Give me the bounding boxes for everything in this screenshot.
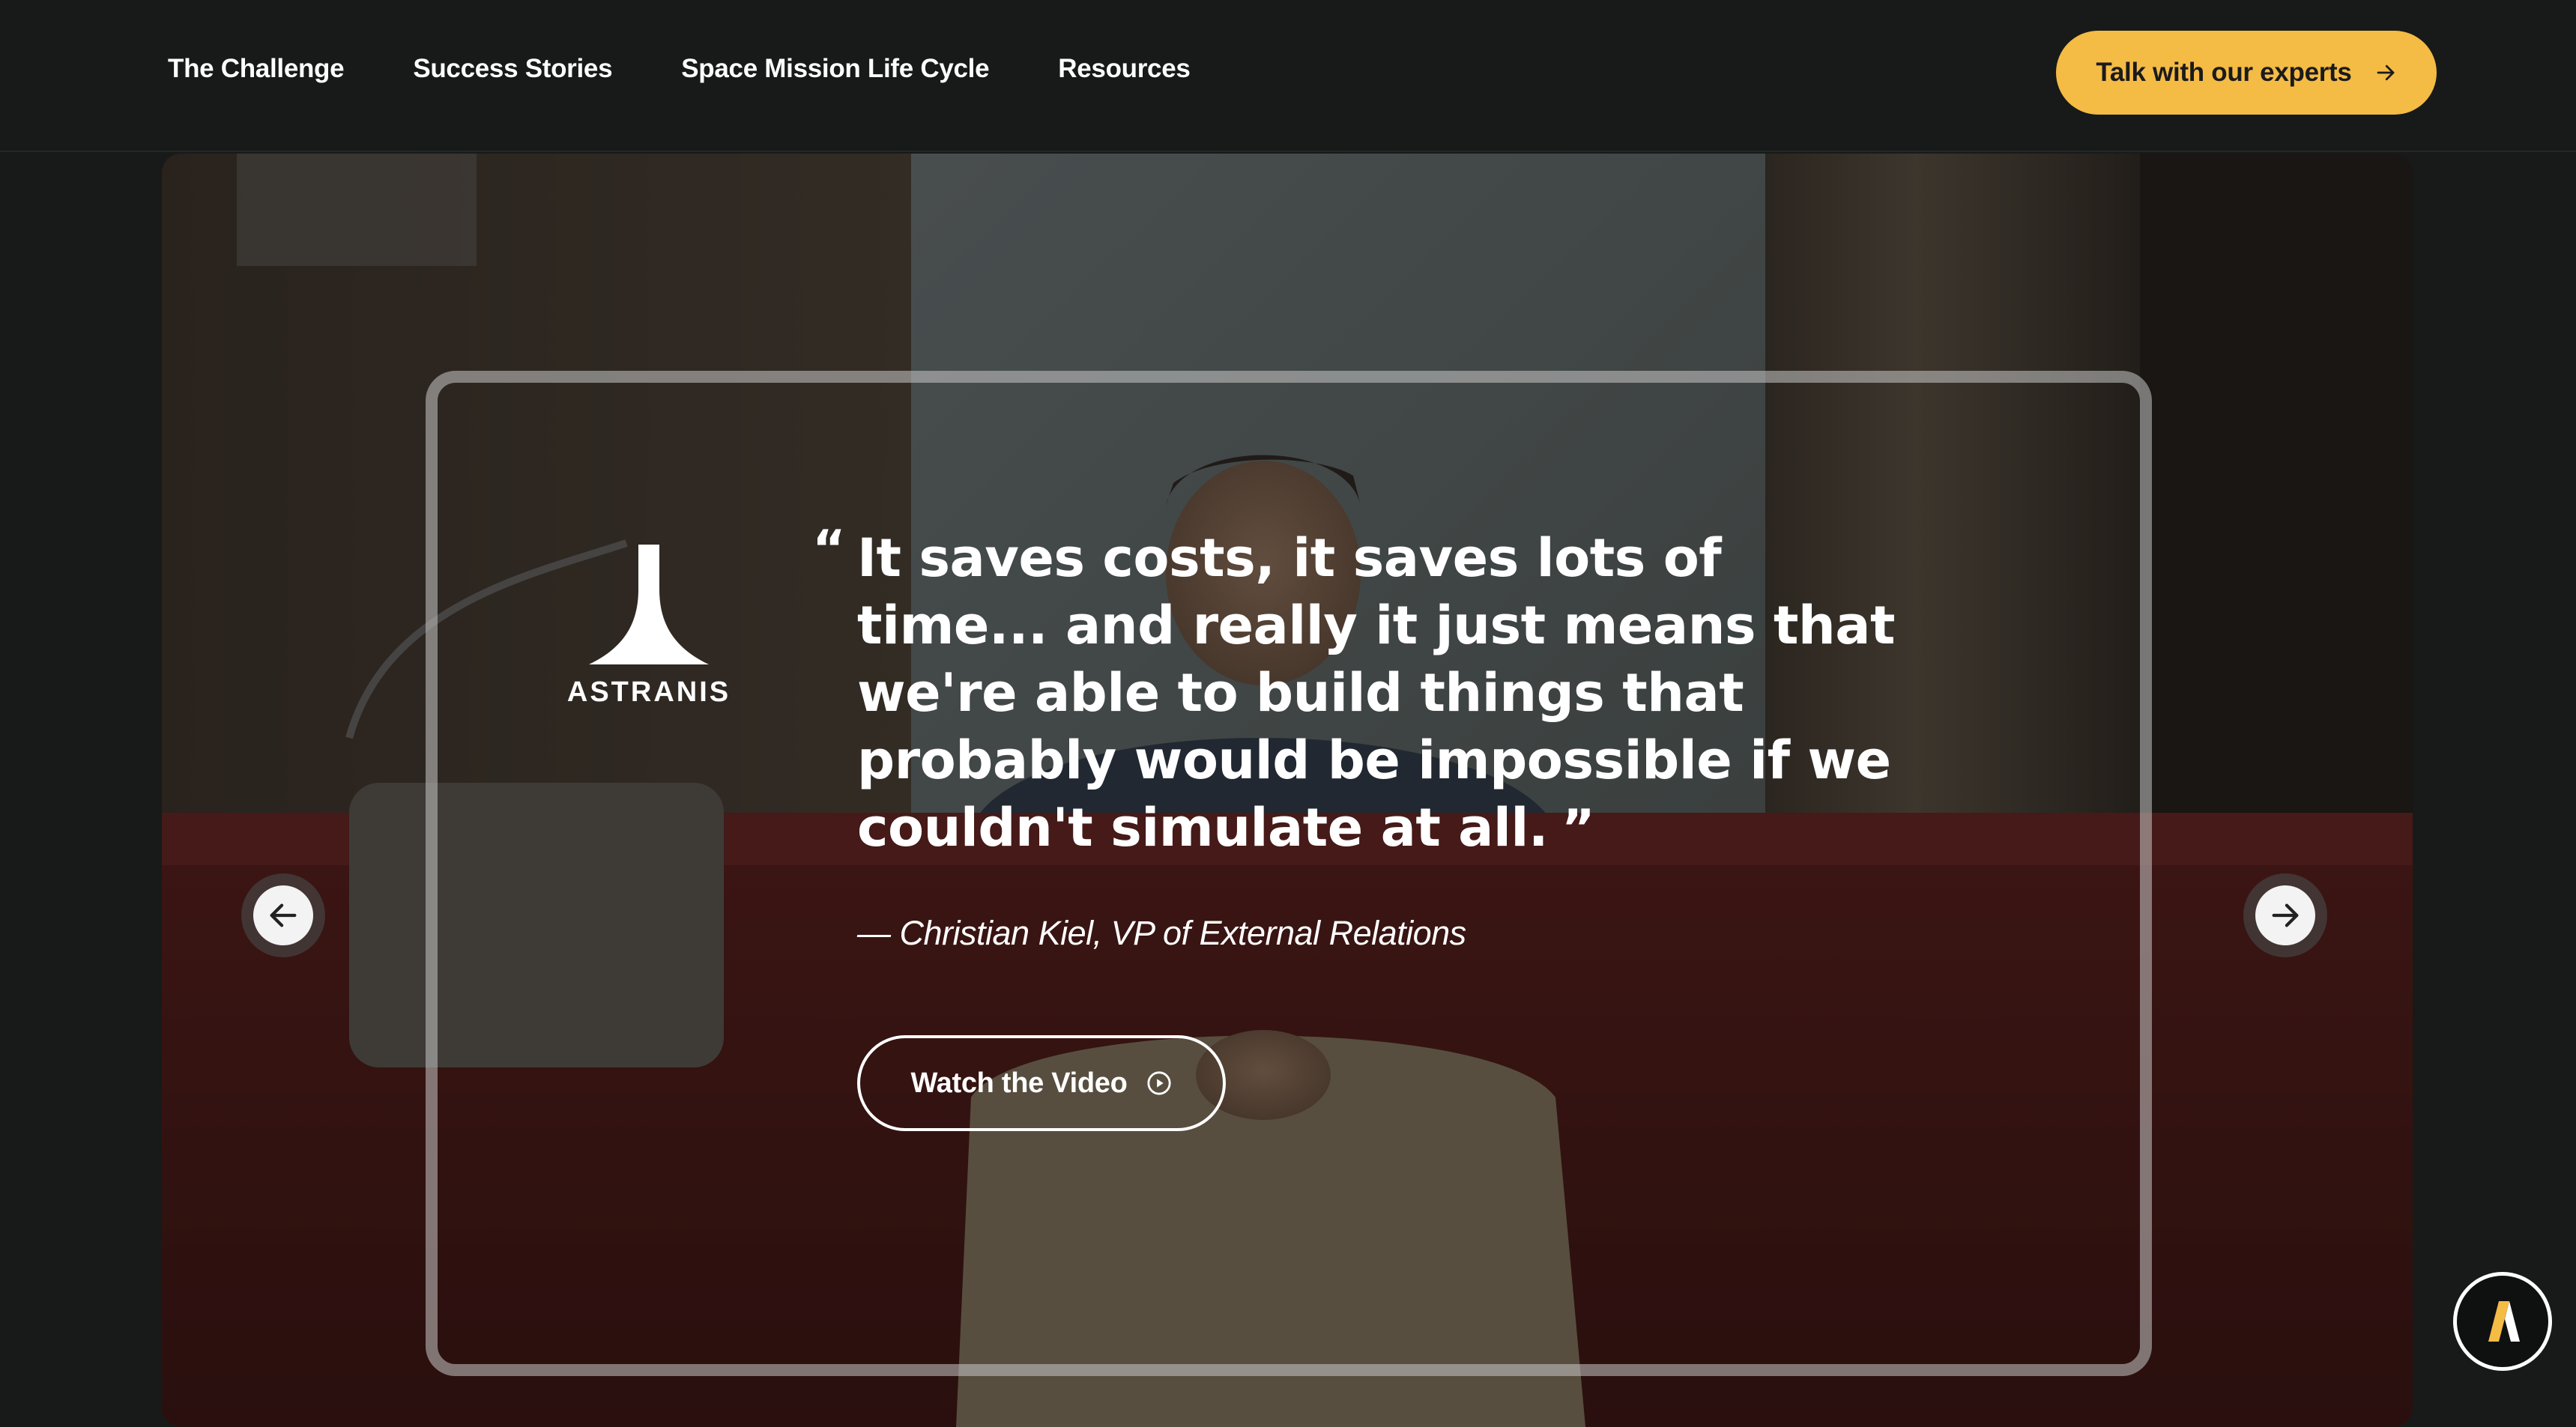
talk-with-experts-label: Talk with our experts [2096, 58, 2352, 87]
company-logo-text: ASTRANIS [566, 676, 731, 708]
testimonial-quote: It saves costs, it saves lots of time...… [857, 524, 1906, 863]
testimonial-quote-text: It saves costs, it saves lots of time...… [857, 527, 1895, 858]
arrow-right-icon [2377, 64, 2394, 81]
nav-item-space-mission-life-cycle[interactable]: Space Mission Life Cycle [681, 54, 989, 84]
nav-item-success-stories[interactable]: Success Stories [413, 54, 612, 84]
site-header: The Challenge Success Stories Space Miss… [0, 0, 2576, 152]
arrow-right-icon [2272, 903, 2299, 927]
watch-video-button[interactable]: Watch the Video [857, 1035, 1226, 1131]
arrow-left-icon [270, 903, 297, 927]
watch-video-label: Watch the Video [910, 1067, 1128, 1099]
carousel-prev-inner [253, 885, 313, 945]
quote-frame [426, 371, 2152, 1376]
carousel-next-inner [2255, 885, 2315, 945]
carousel-next-button[interactable] [2243, 873, 2327, 957]
brand-floating-button[interactable] [2453, 1272, 2552, 1371]
talk-with-experts-button[interactable]: Talk with our experts [2056, 31, 2437, 115]
nav-item-the-challenge[interactable]: The Challenge [168, 54, 345, 84]
astranis-logo-icon [589, 545, 709, 664]
main-nav: The Challenge Success Stories Space Miss… [168, 54, 1191, 84]
nav-item-resources[interactable]: Resources [1058, 54, 1191, 84]
play-circle-icon [1147, 1071, 1172, 1095]
testimonial-attribution: — Christian Kiel, VP of External Relatio… [857, 914, 1466, 952]
company-logo: ASTRANIS [560, 545, 737, 708]
quote-open-mark: “ [812, 520, 846, 579]
brand-a-icon [2488, 1301, 2520, 1342]
quote-close-mark: ” [1561, 799, 1595, 858]
carousel-prev-button[interactable] [241, 873, 325, 957]
